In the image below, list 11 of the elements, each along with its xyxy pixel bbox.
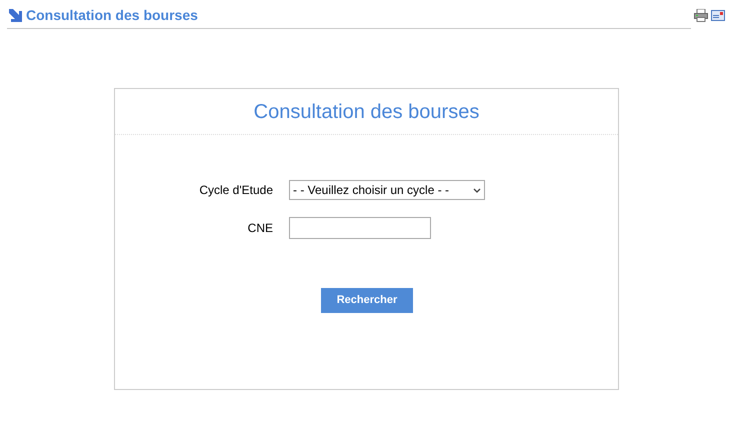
chevron-down-icon (473, 188, 481, 192)
field-label: Cycle d'Etude (198, 182, 274, 199)
page-title: Consultation des bourses (26, 6, 198, 24)
text-field[interactable] (289, 217, 431, 239)
search-button[interactable]: Rechercher (321, 288, 413, 313)
email-icon[interactable] (711, 10, 725, 21)
arrow-icon (7, 7, 23, 23)
form-title: Consultation des bourses (254, 100, 480, 124)
printer-icon[interactable] (694, 9, 708, 22)
select-field[interactable]: - - Veuillez choisir un cycle - - (289, 180, 485, 200)
field-label: CNE (246, 220, 274, 237)
